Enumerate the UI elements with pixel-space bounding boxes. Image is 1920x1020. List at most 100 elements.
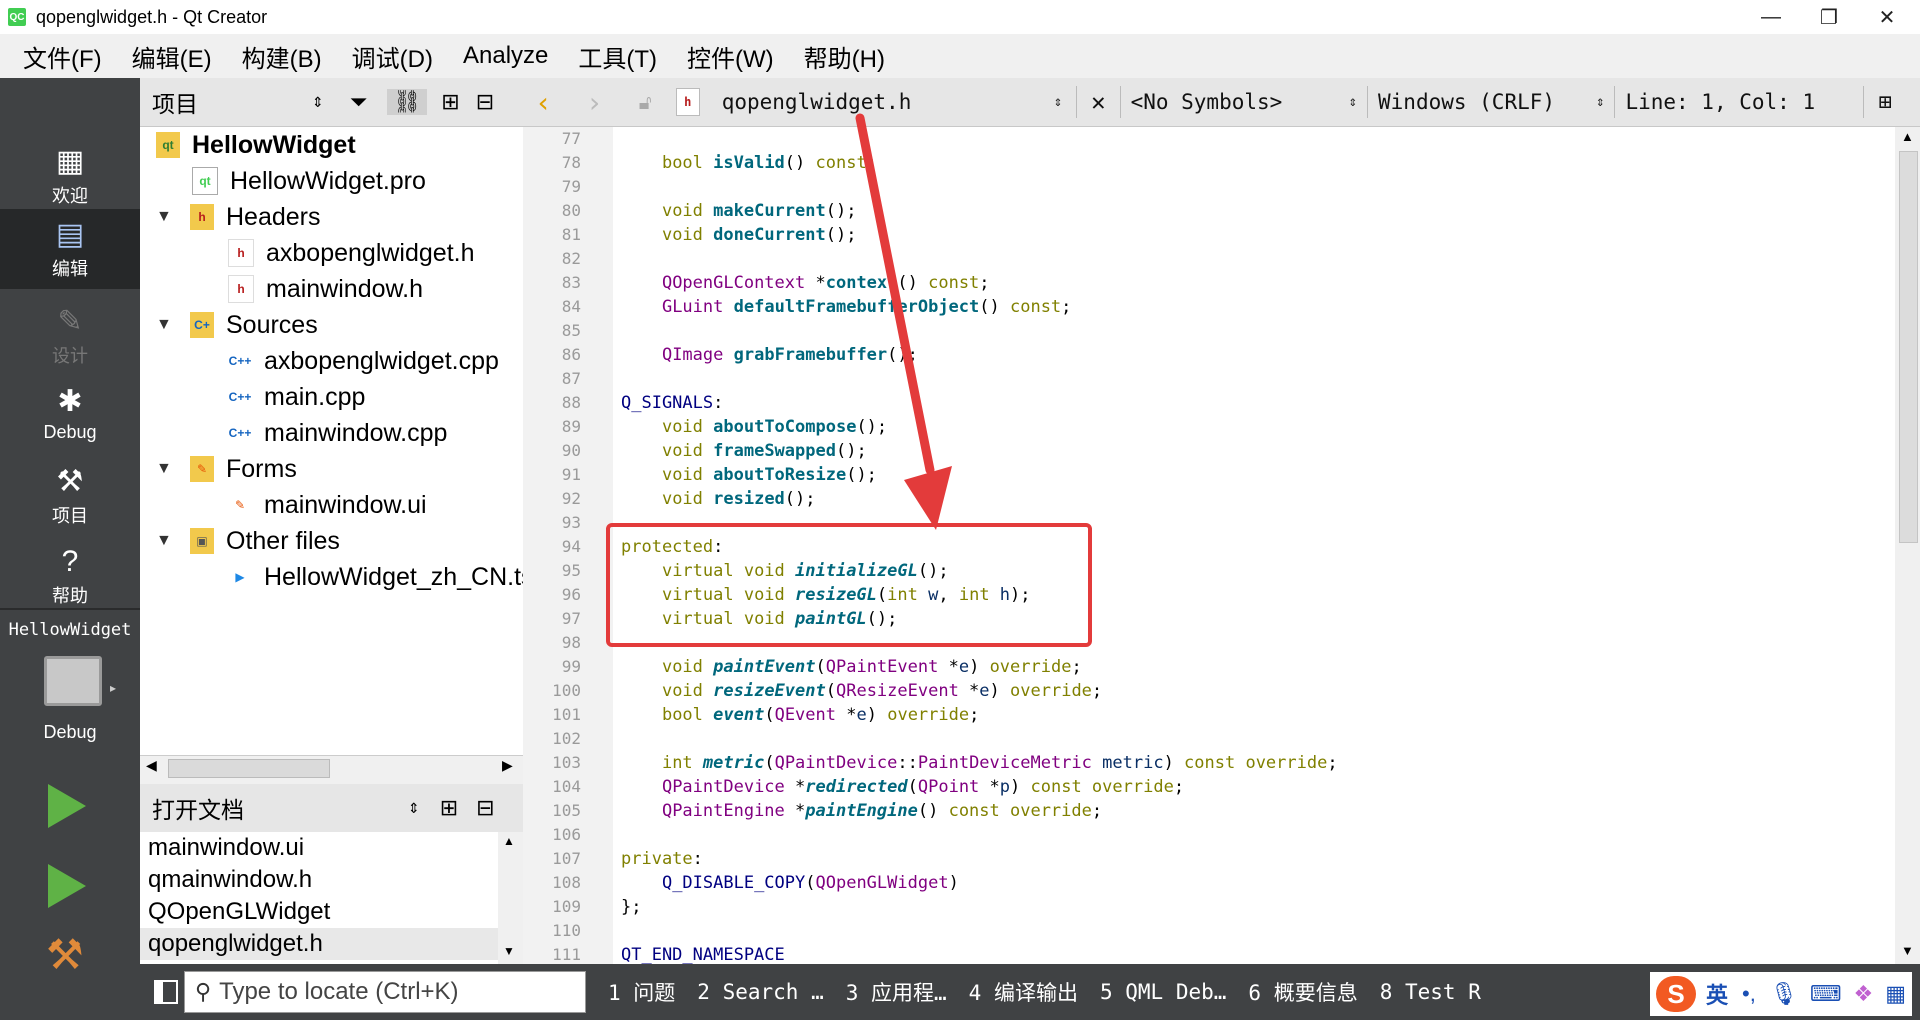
- ime-skin-icon[interactable]: ❖: [1854, 981, 1874, 1007]
- mode-help[interactable]: ? 帮助: [0, 536, 140, 616]
- project-panel-title[interactable]: 项目: [152, 85, 302, 119]
- mode-welcome[interactable]: ▦ 欢迎: [0, 136, 140, 216]
- close-pane-icon[interactable]: ⊟: [476, 795, 494, 821]
- kit-chevron-icon[interactable]: ▸: [110, 681, 116, 695]
- scroll-right-icon[interactable]: ▶: [502, 757, 513, 774]
- expand-arrow-icon[interactable]: ▼: [156, 532, 176, 550]
- tree-folder-forms[interactable]: ▼ ✎ Forms: [156, 451, 297, 487]
- pane-issues[interactable]: 1 问题: [608, 977, 675, 1007]
- scroll-down-icon[interactable]: ▼: [503, 944, 515, 958]
- close-pane-icon[interactable]: ⊟: [476, 89, 494, 115]
- mode-design[interactable]: ✎ 设计: [0, 296, 140, 376]
- mode-design-label: 设计: [52, 346, 88, 366]
- tree-item-pro[interactable]: qt HellowWidget.pro: [192, 163, 426, 199]
- unlock-icon[interactable]: 🔓︎: [639, 90, 652, 114]
- line-ending-dropdown[interactable]: Windows (CRLF): [1378, 90, 1588, 114]
- pane-search[interactable]: 2 Search …: [697, 980, 823, 1004]
- menu-analyze[interactable]: Analyze: [448, 42, 563, 70]
- scroll-down-icon[interactable]: ▼: [1901, 943, 1914, 958]
- split-icon[interactable]: ⊞: [440, 795, 458, 821]
- highlight-box: [606, 523, 1092, 647]
- open-doc-item[interactable]: QOpenGLWidget: [140, 896, 523, 928]
- scroll-up-icon[interactable]: ▲: [503, 834, 515, 848]
- menu-tools[interactable]: 工具(T): [563, 39, 672, 74]
- monitor-icon[interactable]: [44, 656, 102, 706]
- open-docs-scrollbar[interactable]: ▲ ▼: [498, 832, 523, 964]
- tree-folder-sources-label: Sources: [226, 310, 318, 339]
- split-icon[interactable]: ⊞: [441, 89, 459, 115]
- code-line: QPaintDevice *redirected(QPoint *p) cons…: [661, 777, 1185, 797]
- tree-item-s2[interactable]: C++ main.cpp: [224, 379, 366, 415]
- minimize-button[interactable]: —: [1742, 0, 1800, 34]
- locator-input[interactable]: ⚲ Type to locate (Ctrl+K): [184, 971, 586, 1013]
- forward-arrow-icon[interactable]: ›: [586, 86, 603, 119]
- editor-vscrollbar[interactable]: ▲ ▼: [1895, 127, 1920, 964]
- scroll-up-icon[interactable]: ▲: [1901, 129, 1914, 144]
- tree-folder-other[interactable]: ▼ ▣ Other files: [156, 523, 340, 559]
- menu-help[interactable]: 帮助(H): [789, 39, 900, 74]
- split-editor-icon[interactable]: ⊞: [1878, 90, 1891, 115]
- tree-item-s3[interactable]: C++ mainwindow.cpp: [224, 415, 448, 451]
- build-hammer-icon[interactable]: ⚒: [46, 934, 84, 976]
- file-dropdown-icon[interactable]: ⇕: [1054, 94, 1062, 110]
- menu-controls[interactable]: 控件(W): [672, 39, 789, 74]
- project-tree-hscrollbar[interactable]: ◀ ▶: [140, 755, 523, 780]
- ime-toolbox-icon[interactable]: ▦: [1885, 981, 1906, 1007]
- ime-language[interactable]: 英: [1706, 978, 1728, 1010]
- back-arrow-icon[interactable]: ‹: [535, 86, 552, 119]
- ime-mic-icon[interactable]: 🎙︎: [1770, 981, 1798, 1007]
- link-icon[interactable]: ⛓: [387, 89, 428, 115]
- pane-general-messages[interactable]: 6 概要信息: [1248, 977, 1357, 1007]
- debug-run-icon[interactable]: [48, 864, 86, 908]
- tree-root[interactable]: qt HellowWidget: [156, 127, 356, 163]
- menu-debug[interactable]: 调试(D): [337, 39, 448, 74]
- menu-build[interactable]: 构建(B): [227, 39, 337, 74]
- open-doc-item[interactable]: qmainwindow.h: [140, 864, 523, 896]
- line-ending-dropdown-icon[interactable]: ⇕: [1596, 94, 1604, 110]
- ime-keyboard-icon[interactable]: ⌨: [1810, 981, 1842, 1007]
- tree-folder-headers[interactable]: ▼ h Headers: [156, 199, 321, 235]
- expand-arrow-icon[interactable]: ▼: [156, 316, 176, 334]
- pane-compile-output[interactable]: 4 编译输出: [969, 977, 1078, 1007]
- sort-icon[interactable]: ⇕: [408, 800, 420, 817]
- scroll-thumb[interactable]: [168, 759, 330, 778]
- mode-projects[interactable]: ⚒ 项目: [0, 456, 140, 536]
- scroll-thumb[interactable]: [1899, 151, 1918, 543]
- line-number: 109: [552, 897, 581, 916]
- sort-icon[interactable]: ⇕: [312, 94, 324, 111]
- tree-item-h1[interactable]: h axbopenglwidget.h: [228, 235, 475, 271]
- filter-icon[interactable]: ⏷: [350, 89, 368, 115]
- cursor-position[interactable]: Line: 1, Col: 1: [1625, 90, 1855, 114]
- maximize-button[interactable]: ❐: [1800, 0, 1858, 34]
- run-icon[interactable]: [48, 784, 86, 828]
- tree-item-o1[interactable]: ▶ HellowWidget_zh_CN.ts: [228, 559, 523, 595]
- tree-folder-sources[interactable]: ▼ C+ Sources: [156, 307, 318, 343]
- symbols-dropdown[interactable]: <No Symbols>: [1131, 90, 1341, 114]
- ime-punct-icon[interactable]: •,: [1742, 981, 1756, 1007]
- document-icon: ▤: [55, 218, 85, 251]
- open-docs-title[interactable]: 打开文档: [152, 791, 392, 825]
- ime-logo-icon[interactable]: S: [1656, 976, 1696, 1012]
- pane-qml-debugger[interactable]: 5 QML Deb…: [1100, 980, 1226, 1004]
- current-file-name[interactable]: qopenglwidget.h: [722, 90, 1042, 114]
- close-button[interactable]: ✕: [1858, 0, 1916, 34]
- open-doc-item-selected[interactable]: qopenglwidget.h: [140, 928, 523, 960]
- pane-test-results[interactable]: 8 Test R: [1380, 980, 1481, 1004]
- scroll-left-icon[interactable]: ◀: [146, 757, 157, 774]
- tree-root-label: HellowWidget: [192, 130, 356, 159]
- mode-debug[interactable]: ✱ Debug: [0, 376, 140, 456]
- toggle-sidebar-icon[interactable]: [154, 980, 178, 1004]
- expand-arrow-icon[interactable]: ▼: [156, 460, 176, 478]
- close-document-icon[interactable]: ✕: [1091, 88, 1105, 116]
- tree-item-h2[interactable]: h mainwindow.h: [228, 271, 423, 307]
- menu-edit[interactable]: 编辑(E): [117, 39, 227, 74]
- expand-arrow-icon[interactable]: ▼: [156, 208, 176, 226]
- tree-item-f1[interactable]: ✎ mainwindow.ui: [228, 487, 427, 523]
- line-number: 110: [552, 921, 581, 940]
- menu-file[interactable]: 文件(F): [8, 39, 117, 74]
- mode-edit[interactable]: ▤ 编辑: [0, 209, 140, 289]
- open-doc-item[interactable]: mainwindow.ui: [140, 832, 523, 864]
- tree-item-s1[interactable]: C++ axbopenglwidget.cpp: [224, 343, 499, 379]
- pane-app-output[interactable]: 3 应用程…: [846, 977, 947, 1007]
- symbols-dropdown-icon[interactable]: ⇕: [1349, 94, 1357, 110]
